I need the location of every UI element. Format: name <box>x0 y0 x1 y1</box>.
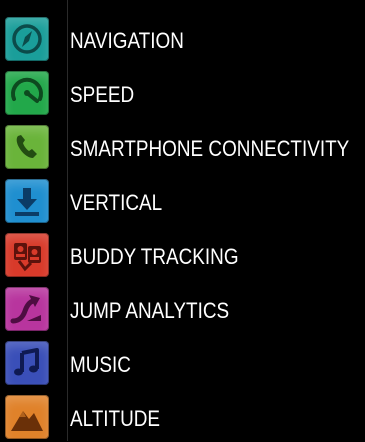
download-arrow-icon <box>5 179 49 223</box>
menu-item-label: ALTITUDE <box>70 406 161 431</box>
speedometer-icon <box>5 71 49 115</box>
menu-item-navigation[interactable]: NAVIGATION <box>0 14 365 64</box>
menu-item-label: VERTICAL <box>70 190 163 215</box>
compass-icon <box>5 17 49 61</box>
menu-item-vertical[interactable]: VERTICAL <box>0 176 365 226</box>
menu-item-label: SPEED <box>70 82 135 107</box>
feature-menu: NAVIGATION SPEED SMARTPHONE CONNECTIVITY <box>0 0 365 441</box>
menu-item-label: NAVIGATION <box>70 28 184 53</box>
menu-item-label: JUMP ANALYTICS <box>70 298 230 323</box>
menu-item-altitude[interactable]: ALTITUDE <box>0 392 365 442</box>
menu-item-jump-analytics[interactable]: JUMP ANALYTICS <box>0 284 365 334</box>
music-note-icon <box>5 341 49 385</box>
menu-item-smartphone-connectivity[interactable]: SMARTPHONE CONNECTIVITY <box>0 122 365 172</box>
menu-item-label: MUSIC <box>70 352 131 377</box>
menu-item-buddy-tracking[interactable]: BUDDY TRACKING <box>0 230 365 280</box>
buddy-map-icon <box>5 233 49 277</box>
phone-icon <box>5 125 49 169</box>
menu-item-label: BUDDY TRACKING <box>70 244 239 269</box>
menu-item-music[interactable]: MUSIC <box>0 338 365 388</box>
jump-arrow-icon <box>5 287 49 331</box>
mountain-icon <box>5 395 49 439</box>
menu-item-label: SMARTPHONE CONNECTIVITY <box>70 136 350 161</box>
menu-item-speed[interactable]: SPEED <box>0 68 365 118</box>
